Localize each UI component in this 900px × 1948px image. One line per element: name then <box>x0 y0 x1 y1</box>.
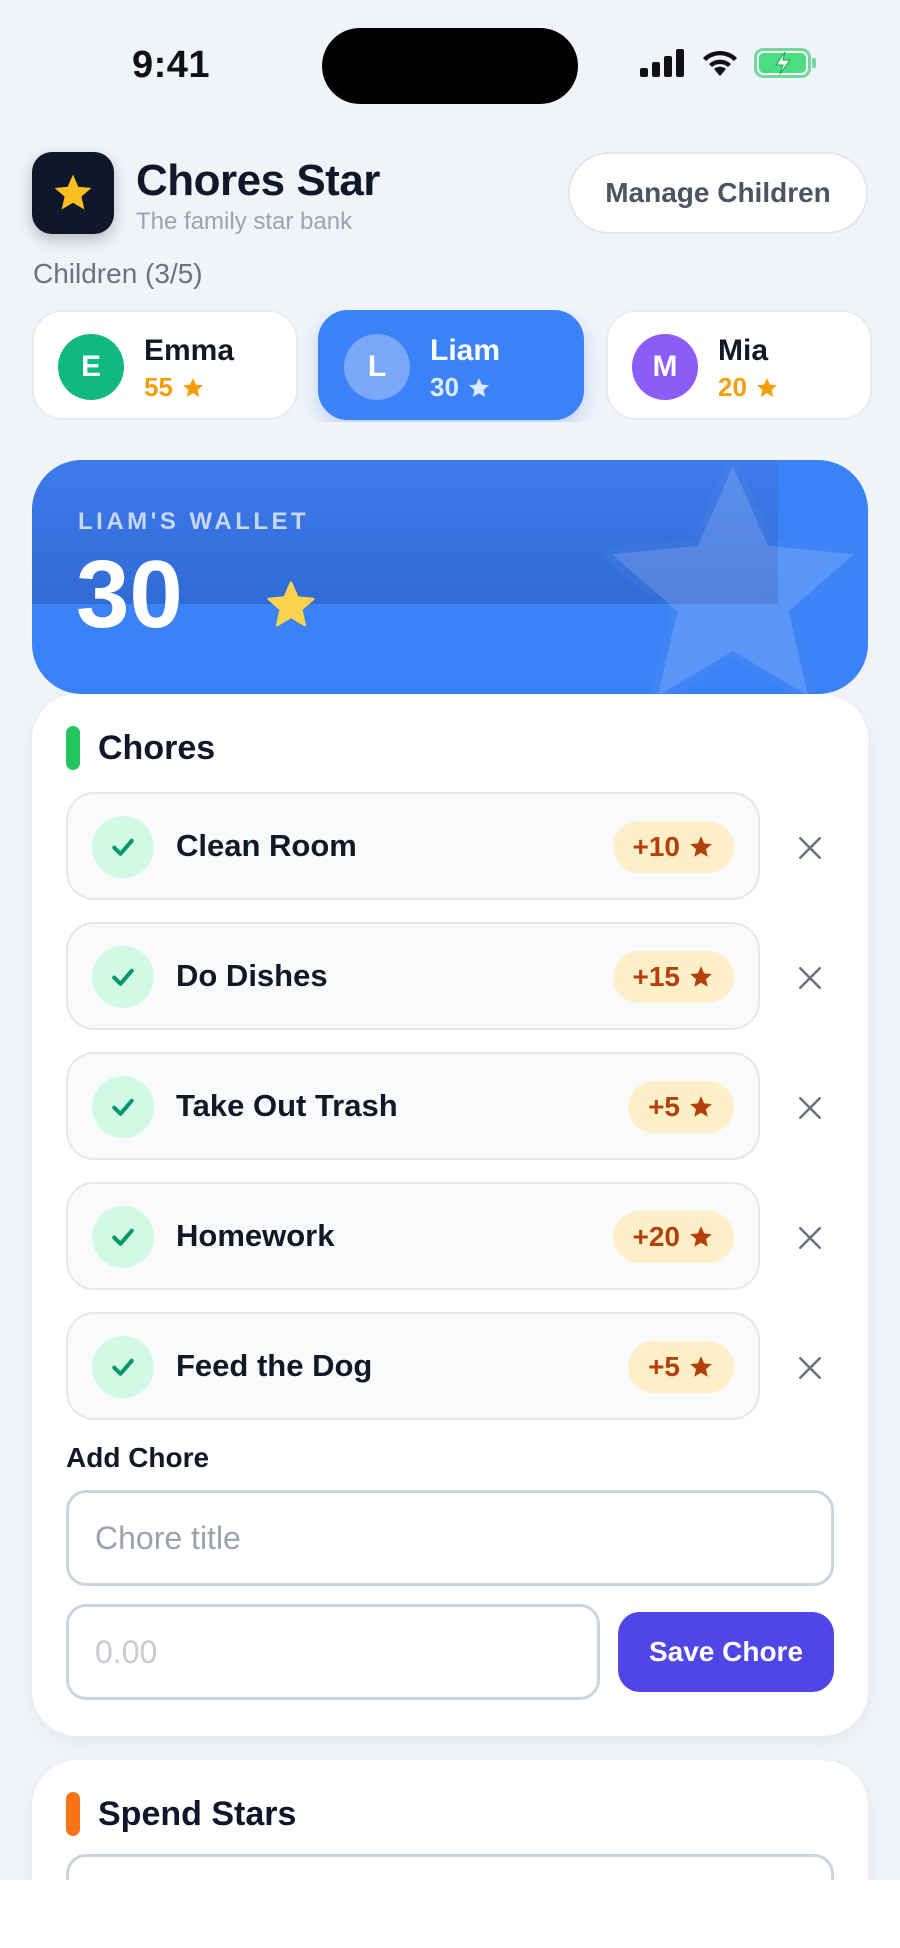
child-stars-value: 55 <box>144 372 173 402</box>
star-icon <box>468 377 489 397</box>
check-icon[interactable] <box>92 946 154 1008</box>
close-icon <box>798 966 822 990</box>
chore-item[interactable]: Take Out Trash +5 <box>66 1052 760 1160</box>
chore-reward-value: +10 <box>632 831 681 862</box>
remove-chore-button[interactable] <box>786 1084 834 1132</box>
spend-section-title: Spend Stars <box>66 1792 296 1836</box>
star-icon <box>690 1226 712 1247</box>
status-bar: 9:41 <box>0 0 900 130</box>
check-icon[interactable] <box>92 1206 154 1268</box>
app-subtitle: The family star bank <box>136 208 353 235</box>
app-title: Chores Star <box>136 156 380 205</box>
manage-children-button[interactable]: Manage Children <box>568 152 868 234</box>
child-chip-mia[interactable]: M Mia 20 <box>606 310 872 420</box>
check-icon[interactable] <box>92 816 154 878</box>
star-icon <box>690 1356 712 1377</box>
chore-reward-badge: +5 <box>628 1341 734 1393</box>
chore-item[interactable]: Clean Room +10 <box>66 792 760 900</box>
child-stars-value: 20 <box>718 372 747 402</box>
chore-reward-badge: +20 <box>612 1211 734 1263</box>
chore-title: Do Dishes <box>176 958 328 993</box>
status-icons <box>640 48 818 78</box>
save-chore-button[interactable]: Save Chore <box>618 1612 834 1692</box>
signal-icon <box>640 49 684 77</box>
star-icon <box>690 966 712 987</box>
child-stars-value: 30 <box>430 372 459 402</box>
chore-reward-value: +5 <box>648 1091 680 1122</box>
star-icon <box>267 581 315 627</box>
app-header: Chores Star The family star bank Manage … <box>32 150 868 240</box>
remove-chore-button[interactable] <box>786 1214 834 1262</box>
chore-points-input[interactable] <box>66 1604 600 1700</box>
section-accent-bar <box>66 1792 80 1836</box>
chore-item[interactable]: Homework +20 <box>66 1182 760 1290</box>
chores-title: Chores <box>98 728 216 767</box>
star-icon <box>756 377 777 397</box>
chore-reward-value: +15 <box>632 961 681 992</box>
child-stars: 20 <box>718 372 779 403</box>
app-logo <box>32 152 114 234</box>
remove-chore-button[interactable] <box>786 954 834 1002</box>
section-accent-bar <box>66 726 80 770</box>
child-name: Emma <box>144 334 235 367</box>
chore-title-input[interactable] <box>66 1490 834 1586</box>
spend-title: Spend Stars <box>98 1794 297 1833</box>
child-name: Liam <box>430 334 501 367</box>
chore-item[interactable]: Feed the Dog +5 <box>66 1312 760 1420</box>
chore-title: Homework <box>176 1218 335 1253</box>
child-chip-liam[interactable]: L Liam 30 <box>318 310 584 420</box>
close-icon <box>798 1226 822 1250</box>
wallet-amount: 30 <box>76 541 183 648</box>
star-icon <box>54 174 92 210</box>
child-name: Mia <box>718 334 769 367</box>
child-stars: 30 <box>430 372 491 403</box>
chore-reward-value: +5 <box>648 1351 680 1382</box>
chore-title: Take Out Trash <box>176 1088 398 1123</box>
chore-reward-value: +20 <box>632 1221 681 1252</box>
avatar: E <box>58 334 124 400</box>
star-icon <box>690 1096 712 1117</box>
wallet-label: LIAM'S WALLET <box>78 508 310 535</box>
check-icon[interactable] <box>92 1336 154 1398</box>
bottom-safe-area <box>0 1880 900 1948</box>
chore-reward-badge: +10 <box>612 821 734 873</box>
star-icon <box>690 836 712 857</box>
children-selector: E Emma 55 L Liam 30 M Mia 20 <box>32 310 900 422</box>
chore-title: Feed the Dog <box>176 1348 373 1383</box>
chore-reward-badge: +15 <box>612 951 734 1003</box>
child-chip-emma[interactable]: E Emma 55 <box>32 310 298 420</box>
dynamic-island <box>322 28 578 104</box>
chore-item[interactable]: Do Dishes +15 <box>66 922 760 1030</box>
chore-title: Clean Room <box>176 828 357 863</box>
chore-reward-badge: +5 <box>628 1081 734 1133</box>
remove-chore-button[interactable] <box>786 824 834 872</box>
avatar: M <box>632 334 698 400</box>
close-icon <box>798 1096 822 1120</box>
add-chore-label: Add Chore <box>66 1442 210 1473</box>
star-icon <box>182 377 203 397</box>
child-stars: 55 <box>144 372 205 403</box>
close-icon <box>798 1356 822 1380</box>
close-icon <box>798 836 822 860</box>
star-watermark-icon <box>612 466 854 694</box>
check-icon[interactable] <box>92 1076 154 1138</box>
wallet-card: LIAM'S WALLET 30 <box>32 460 868 694</box>
status-time: 9:41 <box>132 44 211 86</box>
wifi-icon <box>703 50 737 76</box>
chores-section-title: Chores <box>66 726 215 770</box>
remove-chore-button[interactable] <box>786 1344 834 1392</box>
chores-card: Chores Clean Room +10 Do Dishes +15 Take… <box>32 694 868 1736</box>
avatar: L <box>344 334 410 400</box>
children-count-label: Children (3/5) <box>33 258 203 289</box>
battery-charging-icon <box>754 48 816 78</box>
